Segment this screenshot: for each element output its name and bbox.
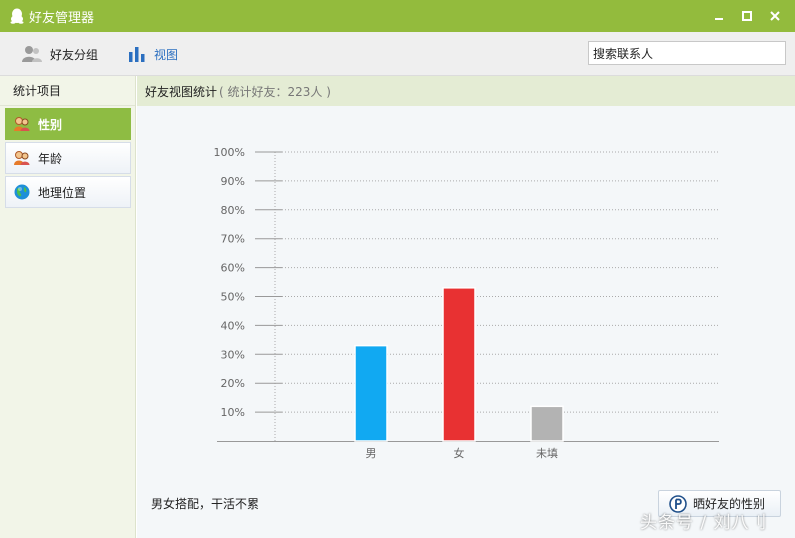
bar-female [442,287,476,442]
bar-male [354,344,388,442]
x-category-label: 未填 [536,446,558,460]
y-tick-label: 70% [221,233,245,246]
qq-penguin-icon [10,8,24,24]
window-title: 好友管理器 [29,10,95,26]
minimize-button[interactable] [705,4,733,28]
y-tick-label: 90% [221,175,245,188]
close-button[interactable] [761,4,789,28]
x-category-label: 男 [366,447,377,460]
sidebar-item-label: 性别 [38,117,63,132]
chart-caption: 男女搭配，干活不累 [151,497,260,511]
panel-title: 好友视图统计 [145,84,218,99]
y-tick-label: 100% [214,146,245,159]
minimize-icon [715,18,723,20]
globe-icon [14,184,30,200]
sidebar-item-label: 年龄 [38,151,63,166]
maximize-icon [742,11,752,21]
close-icon [770,11,780,21]
sidebar-item-label: 地理位置 [38,185,87,200]
y-tick-label: 40% [221,319,245,332]
window-controls [705,0,789,32]
watermark-text: 头条号 / 刘八刂 [640,513,768,533]
sidebar-header: 统计项目 [0,76,135,106]
y-tick-label: 50% [221,291,245,304]
y-tick-label: 60% [221,262,245,275]
users-icon [22,46,42,62]
friend-count-label: ( 统计好友：223人 ) [219,84,331,99]
people-icon [14,151,30,165]
search-contacts-input[interactable] [588,41,786,65]
sidebar-item-gender[interactable]: 性别 [5,108,131,140]
sidebar-item-location[interactable]: 地理位置 [5,176,131,208]
maximize-button[interactable] [733,4,761,28]
view-label: 视图 [154,47,179,62]
view-button[interactable]: 视图 [128,32,178,76]
people-icon [14,117,30,131]
sidebar-item-age[interactable]: 年龄 [5,142,131,174]
title-bar: 好友管理器 [0,0,795,32]
bar-chart-icon [129,47,145,62]
y-tick-label: 30% [221,348,245,361]
gender-bar-chart: 10% 20% 30% 40% 50% 60% 70% 80% 90% 100% 男 女 未填 [214,146,719,460]
main-panel: 好友视图统计 ( 统计好友：223人 ) 10% 20% 30% 40% 50% 60% 7… [137,76,795,538]
friend-groups-label: 好友分组 [50,47,99,62]
panel-header: 好友视图统计 ( 统计好友：223人 ) [137,76,795,106]
y-tick-label: 20% [221,377,245,390]
y-tick-label: 80% [221,204,245,217]
friend-groups-button[interactable]: 好友分组 [22,32,98,76]
bar-unfilled [530,405,564,442]
x-category-label: 女 [454,446,465,460]
stats-sidebar: 统计项目 性别 年龄 地理位置 [0,76,136,538]
y-tick-label: 10% [221,406,245,419]
toolbar: 好友分组 视图 [0,32,795,76]
